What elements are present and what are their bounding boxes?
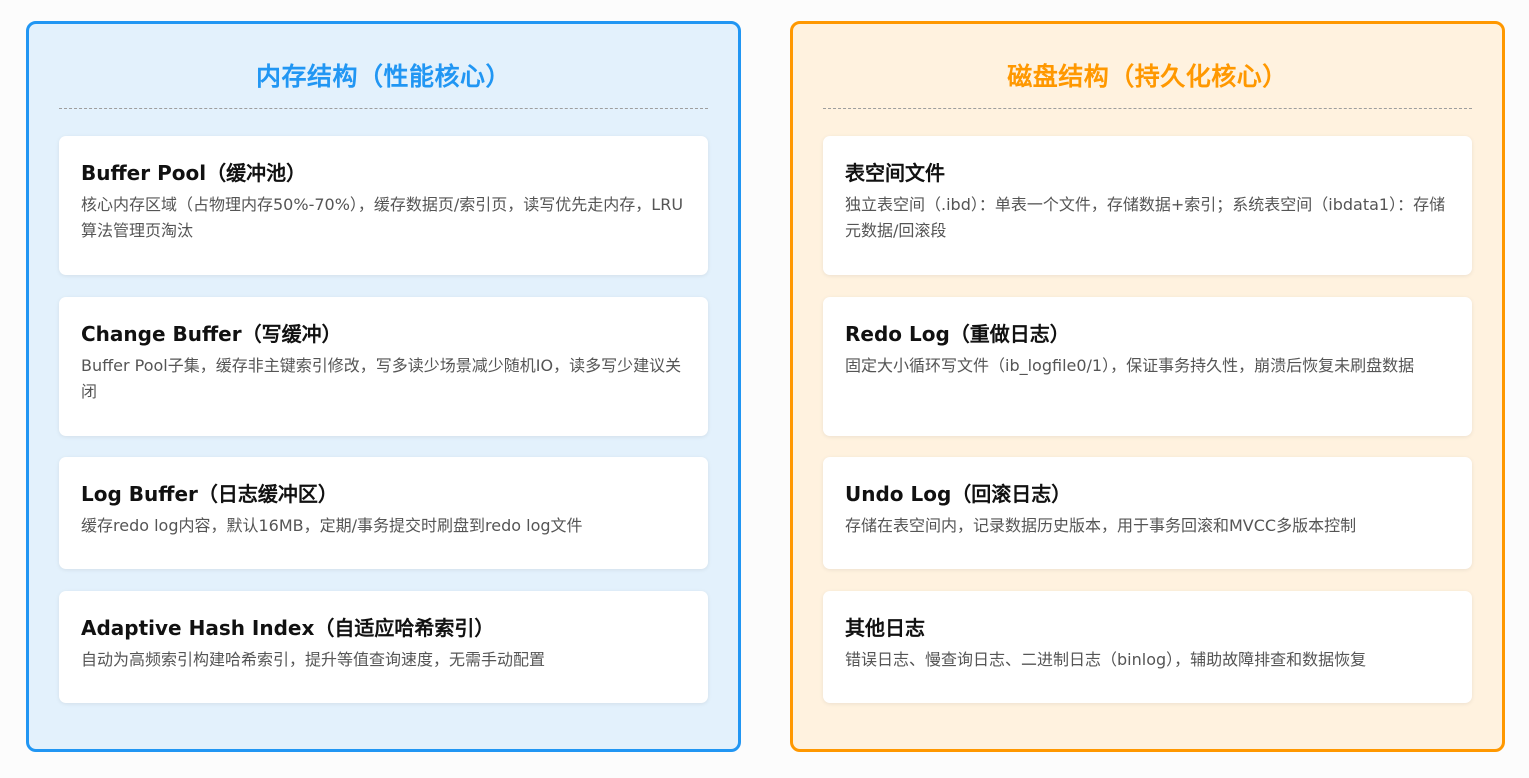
buffer-pool-card: Buffer Pool（缓冲池） 核心内存区域（占物理内存50%-70%），缓存… [59, 136, 708, 275]
card-title: Change Buffer（写缓冲） [81, 322, 342, 346]
card-title: 其他日志 [845, 616, 925, 640]
card-description: 存储在表空间内，记录数据历史版本，用于事务回滚和MVCC多版本控制 [845, 516, 1357, 535]
memory-panel-title: 内存结构（性能核心） [255, 62, 511, 91]
card-description: Buffer Pool子集，缓存非主键索引修改，写多读少场景减少随机IO，读多写… [81, 356, 682, 401]
card-description: 核心内存区域（占物理内存50%-70%），缓存数据页/索引页，读写优先走内存，L… [81, 195, 684, 240]
card-title: Redo Log（重做日志） [845, 322, 1070, 346]
card-title: Buffer Pool（缓冲池） [81, 161, 307, 185]
tablespace-files-card: 表空间文件 独立表空间（.ibd）：单表一个文件，存储数据+索引；系统表空间（i… [823, 136, 1472, 275]
disk-panel-divider [823, 108, 1472, 109]
card-title: Undo Log（回滚日志） [845, 482, 1072, 506]
card-description: 固定大小循环写文件（ib_logfile0/1），保证事务持久性，崩溃后恢复未刷… [845, 356, 1415, 375]
card-title: 表空间文件 [845, 161, 945, 185]
memory-panel-divider [59, 108, 708, 109]
disk-structure-panel: 磁盘结构（持久化核心） 表空间文件 独立表空间（.ibd）：单表一个文件，存储数… [790, 21, 1505, 752]
memory-structure-panel: 内存结构（性能核心） Buffer Pool（缓冲池） 核心内存区域（占物理内存… [26, 21, 741, 752]
redo-log-card: Redo Log（重做日志） 固定大小循环写文件（ib_logfile0/1），… [823, 297, 1472, 436]
disk-panel-title: 磁盘结构（持久化核心） [1007, 62, 1288, 91]
card-description: 缓存redo log内容，默认16MB，定期/事务提交时刷盘到redo log文… [81, 516, 583, 535]
change-buffer-card: Change Buffer（写缓冲） Buffer Pool子集，缓存非主键索引… [59, 297, 708, 436]
undo-log-card: Undo Log（回滚日志） 存储在表空间内，记录数据历史版本，用于事务回滚和M… [823, 457, 1472, 569]
card-title: Log Buffer（日志缓冲区） [81, 482, 338, 506]
card-description: 独立表空间（.ibd）：单表一个文件，存储数据+索引；系统表空间（ibdata1… [845, 195, 1446, 240]
log-buffer-card: Log Buffer（日志缓冲区） 缓存redo log内容，默认16MB，定期… [59, 457, 708, 569]
adaptive-hash-index-card: Adaptive Hash Index（自适应哈希索引） 自动为高频索引构建哈希… [59, 591, 708, 703]
card-description: 自动为高频索引构建哈希索引，提升等值查询速度，无需手动配置 [81, 650, 546, 669]
card-title: Adaptive Hash Index（自适应哈希索引） [81, 616, 495, 640]
other-logs-card: 其他日志 错误日志、慢查询日志、二进制日志（binlog），辅助故障排查和数据恢… [823, 591, 1472, 703]
card-description: 错误日志、慢查询日志、二进制日志（binlog），辅助故障排查和数据恢复 [845, 650, 1367, 669]
